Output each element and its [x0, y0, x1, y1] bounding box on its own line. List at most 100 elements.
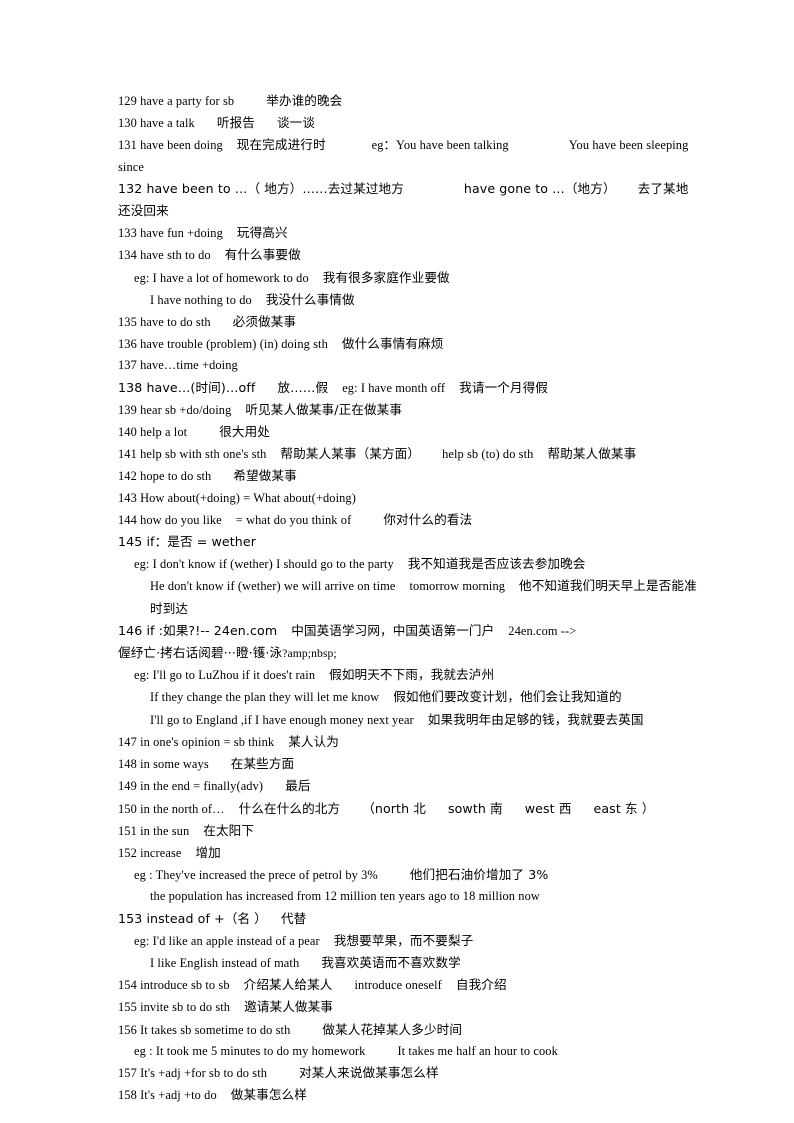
text-run: 我有很多家庭作业要做: [322, 269, 450, 285]
text-run: eg: I don't know if (wether) I should go…: [134, 557, 394, 572]
text-run: ?amp;nbsp;: [282, 647, 337, 661]
text-run: 希望做某事: [233, 468, 297, 484]
text-run: 149 in the end = finally(adv): [118, 779, 264, 794]
text-run: 什么在什么的北方: [238, 800, 341, 816]
text-run: 130 have a talk: [118, 116, 195, 131]
text-line: 134 have sth to do 有什么事要做: [118, 244, 698, 266]
text-run: 邀请某人做某事: [244, 999, 333, 1015]
text-line: 135 have to do sth 必须做某事: [118, 311, 698, 333]
text-run: 我想要苹果，而不要梨子: [333, 932, 474, 948]
text-line: 151 in the sun 在太阳下: [118, 820, 698, 842]
text-run: eg: I'll go to LuZhou if it does't rain: [134, 668, 316, 683]
text-run: 156 It takes sb sometime to do sth: [118, 1022, 291, 1037]
text-run: 140 help a lot: [118, 425, 188, 440]
text-run: help sb (to) do sth: [442, 447, 534, 462]
text-run: 最后: [285, 778, 311, 794]
text-run: eg: I'd like an apple instead of a pear: [134, 933, 320, 948]
text-run: 145 if：是否 = wether: [118, 534, 257, 550]
text-run: 147 in one's opinion = sb think: [118, 734, 275, 749]
text-line: If they change the plan they will let me…: [150, 686, 698, 708]
text-run: 偓纾亡·拷右话阅碧···瞪·镬·泳: [118, 645, 283, 661]
text-line: eg : It took me 5 minutes to do my homew…: [134, 1041, 698, 1062]
text-run: 假如他们要改变计划，他们会让我知道的: [393, 689, 622, 705]
text-run: 增加: [195, 844, 221, 860]
text-run: 157 It's +adj +for sb to do sth: [118, 1065, 268, 1080]
text-line: 156 It takes sb sometime to do sth 做某人花掉某…: [118, 1019, 698, 1041]
text-run: It takes me half an hour to cook: [397, 1043, 558, 1058]
text-run: 我请一个月得假: [459, 379, 548, 395]
text-line: 155 invite sb to do sth 邀请某人做某事: [118, 996, 698, 1018]
text-line: He don't know if (wether) we will arrive…: [150, 575, 698, 619]
text-line: 149 in the end = finally(adv) 最后: [118, 775, 698, 797]
text-run: 帮助某人某事（某方面）: [280, 446, 421, 462]
text-line: 137 have…time +doing: [118, 355, 698, 376]
text-run: 对某人来说做某事怎么样: [299, 1064, 439, 1080]
text-run: He don't know if (wether) we will arrive…: [150, 579, 396, 594]
text-run: （north 北: [362, 800, 426, 816]
text-run: eg: I have month off: [342, 380, 446, 395]
text-line: 138 have…(时间)…off 放……假 eg: I have month of…: [118, 377, 698, 399]
text-run: 135 have to do sth: [118, 315, 211, 330]
text-line: 147 in one's opinion = sb think 某人认为: [118, 731, 698, 753]
text-run: 137 have…time +doing: [118, 358, 238, 373]
text-line: eg: I'll go to LuZhou if it does't rain 假…: [134, 664, 698, 686]
text-run: 152 increase: [118, 845, 182, 860]
text-run: 做某人花掉某人多少时间: [322, 1021, 463, 1037]
text-run: 134 have sth to do: [118, 248, 211, 263]
text-run: east 东 ）: [593, 800, 655, 816]
text-line: 158 It's +adj +to do 做某事怎么样: [118, 1084, 698, 1106]
text-line: 133 have fun +doing 玩得高兴: [118, 222, 698, 244]
text-run: 假如明天不下雨，我就去泸州: [329, 667, 495, 683]
text-run: 必须做某事: [232, 314, 297, 330]
text-line: 150 in the north of… 什么在什么的北方 （north 北 sowt…: [118, 798, 698, 820]
text-line: 152 increase 增加: [118, 842, 698, 864]
text-run: 144 how do you like: [118, 512, 222, 527]
text-run: 中国英语学习网，中国英语第一门户: [291, 622, 495, 638]
text-run: 143 How about(+doing) = What about(+doin…: [118, 490, 356, 505]
text-run: 介绍某人给某人: [243, 977, 333, 993]
text-line: 136 have trouble (problem) (in) doing st…: [118, 333, 698, 355]
text-run: 听见某人做某事/正在做某事: [245, 401, 403, 417]
text-run: 如果我明年由足够的钱，我就要去英国: [427, 711, 644, 727]
text-run: 我没什么事情做: [265, 291, 355, 307]
text-run: I like English instead of math: [150, 955, 300, 970]
text-run: 133 have fun +doing: [118, 226, 223, 241]
text-run: 131 have been doing: [118, 138, 223, 153]
text-run: eg: I have a lot of homework to do: [134, 270, 309, 285]
text-run: 在某些方面: [230, 756, 295, 772]
text-line: I'll go to England ,if I have enough mon…: [150, 709, 698, 731]
text-line: 140 help a lot 很大用处: [118, 421, 698, 443]
text-run: = what do you think of: [235, 512, 352, 527]
text-line: 153 instead of +（名 ） 代替: [118, 908, 698, 930]
text-run: 148 in some ways: [118, 757, 209, 772]
text-line: eg: I have a lot of homework to do 我有很多家庭…: [134, 267, 698, 289]
text-run: 举办谁的晚会: [266, 93, 343, 108]
text-run: I have nothing to do: [150, 292, 252, 307]
text-line: eg : They've increased the prece of petr…: [134, 864, 698, 886]
text-line: 141 help sb with sth one's sth 帮助某人某事（某方面…: [118, 443, 698, 465]
text-run: 做某事怎么样: [230, 1087, 307, 1103]
text-run: 142 hope to do sth: [118, 469, 212, 484]
text-run: 帮助某人做某事: [547, 446, 637, 462]
text-run: If they change the plan they will let me…: [150, 690, 380, 705]
text-run: 132 have been to …（ 地方）……去过某过地方: [118, 180, 404, 196]
text-run: 做什么事情有麻烦: [341, 336, 444, 352]
text-run: 放……假: [277, 379, 329, 395]
text-line: 132 have been to …（ 地方）……去过某过地方 have gone…: [118, 178, 698, 222]
text-run: 玩得高兴: [236, 225, 288, 241]
text-run: sowth 南: [447, 800, 503, 816]
text-run: 现在完成进行时: [236, 137, 326, 153]
text-run: 136 have trouble (problem) (in) doing st…: [118, 337, 328, 352]
text-run: 155 invite sb to do sth: [118, 1000, 231, 1015]
text-run: 很大用处: [219, 424, 270, 440]
text-line: eg: I don't know if (wether) I should go…: [134, 553, 698, 575]
text-line: 129 have a party for sb 举办谁的晚会: [118, 90, 698, 112]
text-run: 138 have…(时间)…off: [118, 379, 256, 395]
text-line: 143 How about(+doing) = What about(+doin…: [118, 488, 698, 509]
text-run: eg：You have been talking: [371, 138, 509, 153]
text-run: 在太阳下: [203, 822, 255, 838]
text-run: 154 introduce sb to sb: [118, 978, 230, 993]
text-run: have gone to …（地方）: [463, 180, 616, 196]
text-line: the population has increased from 12 mil…: [150, 886, 698, 907]
text-run: eg : They've increased the prece of petr…: [134, 868, 378, 883]
